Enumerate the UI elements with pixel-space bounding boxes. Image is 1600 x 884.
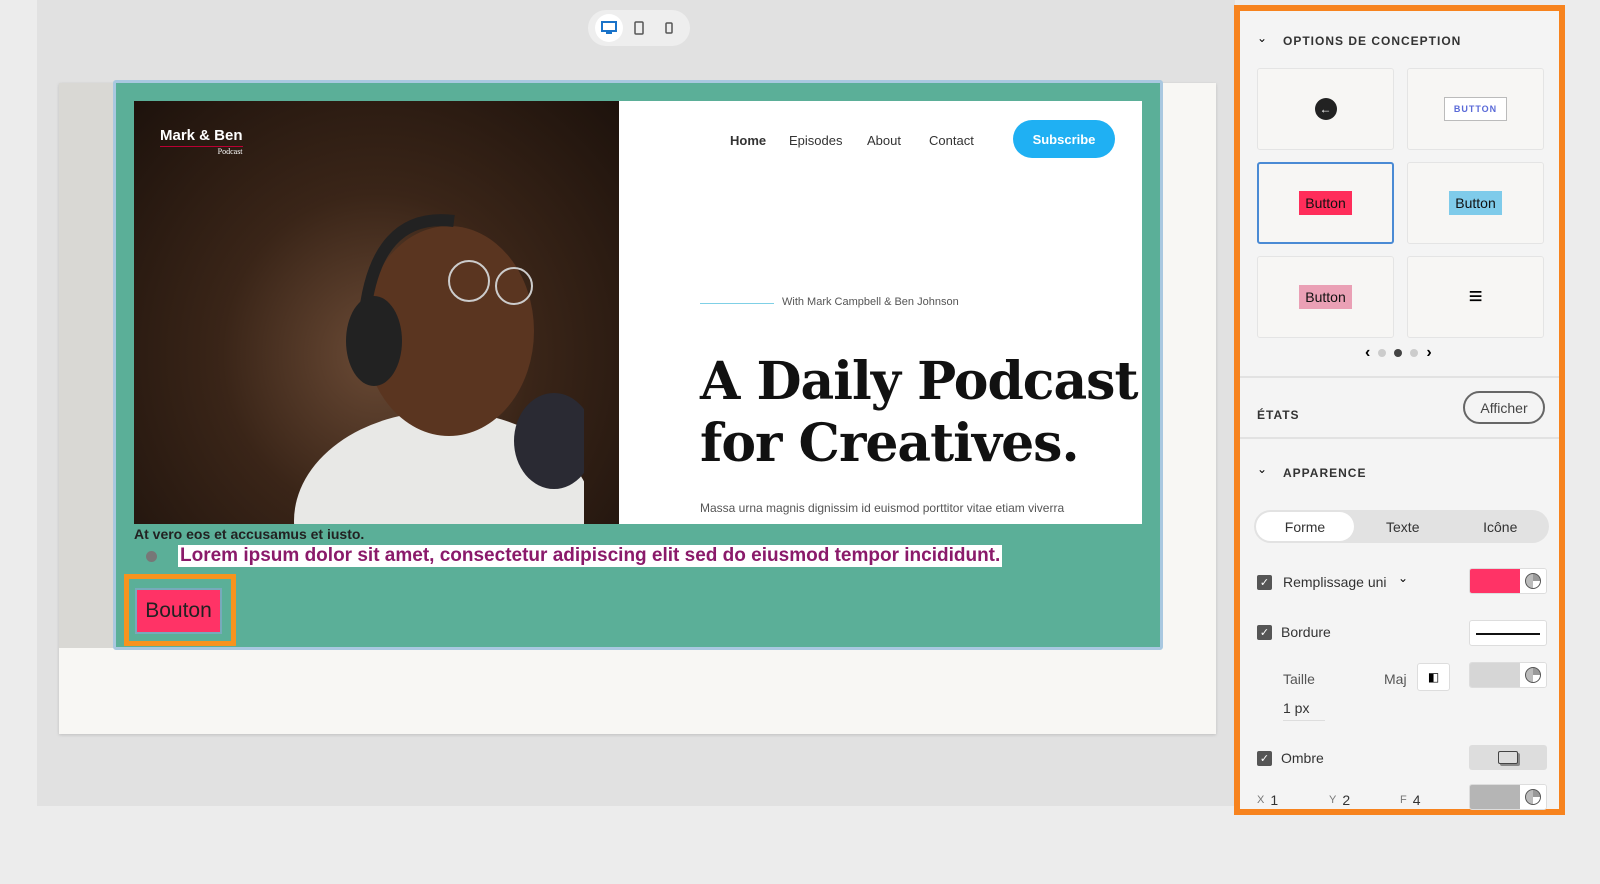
pager-dot[interactable] [1410,349,1419,357]
person-illustration [294,214,584,524]
chevron-right-icon[interactable]: › [1426,344,1431,362]
tab-texte[interactable]: Texte [1354,519,1452,535]
preset-pager: ‹ › [1365,344,1432,362]
hamburger-icon: ≡ [1468,283,1483,310]
fill-label: Remplissage uni [1283,574,1387,590]
shadow-y-field[interactable]: Y2 [1329,792,1350,808]
nav-about[interactable]: About [867,133,901,148]
list-item-text[interactable]: Lorem ipsum dolor sit amet, consectetur … [178,545,1003,567]
paragraph-text[interactable]: At vero eos et accusamus et iusto. [134,526,364,542]
divider [700,303,774,304]
preview-margin [59,83,115,648]
states-title: ÉTATS [1257,408,1300,422]
nav-contact[interactable]: Contact [929,133,974,148]
hosts-text: With Mark Campbell & Ben Johnson [782,296,959,308]
shadow-type-select[interactable] [1469,745,1547,770]
preset-red[interactable]: Button [1257,162,1394,244]
border-color-swatch[interactable] [1469,662,1547,688]
hero-image[interactable]: Mark & Ben Podcast Home Episodes About Co… [134,101,1142,524]
shadow-blur-field[interactable]: F4 [1400,792,1421,808]
chevron-left-icon[interactable]: ‹ [1365,344,1370,362]
subscribe-button[interactable]: Subscribe [1013,120,1115,158]
shadow-color-swatch[interactable] [1469,784,1547,810]
opacity-icon [1525,789,1541,805]
design-options-title: OPTIONS DE CONCEPTION [1283,34,1462,48]
preset-label: BUTTON [1443,97,1508,121]
appearance-title: APPARENCE [1283,466,1367,480]
opacity-icon [1525,573,1541,589]
preset-blue[interactable]: Button [1407,162,1544,244]
preset-outline[interactable]: BUTTON [1407,68,1544,150]
divider [1240,376,1559,378]
site-logo: Mark & Ben Podcast [160,127,243,156]
nav-episodes[interactable]: Episodes [789,133,842,148]
fill-checkbox[interactable]: ✓ [1257,575,1272,590]
size-input[interactable]: 1 px [1283,700,1325,721]
mobile-icon[interactable] [655,14,683,42]
arrow-left-icon: ← [1314,98,1337,120]
show-states-button[interactable]: Afficher [1463,391,1545,424]
hero-title: A Daily Podcast for Creatives. [700,351,1138,474]
shadow-icon [1498,751,1518,764]
preset-pink[interactable]: Button [1257,256,1394,338]
chevron-down-icon[interactable]: ⌄ [1257,462,1267,476]
maj-label: Maj [1384,671,1407,687]
appearance-tabs: Forme Texte Icône [1254,510,1549,543]
tab-forme[interactable]: Forme [1256,512,1354,541]
shadow-label: Ombre [1281,750,1324,766]
shadow-x-field[interactable]: X1 [1257,792,1278,808]
pager-dot[interactable] [1378,349,1387,357]
pager-dot-active[interactable] [1394,349,1403,357]
chevron-down-icon[interactable]: ⌄ [1398,571,1408,585]
border-checkbox[interactable]: ✓ [1257,625,1272,640]
bouton-button[interactable]: Bouton [135,588,222,634]
design-panel: ⌄ OPTIONS DE CONCEPTION ← BUTTON Button … [1234,5,1565,815]
preset-arrow[interactable]: ← [1257,68,1394,150]
preset-label: Button [1299,191,1352,215]
tablet-icon[interactable] [625,14,653,42]
shadow-checkbox[interactable]: ✓ [1257,751,1272,766]
hero-description: Massa urna magnis dignissim id euismod p… [700,501,1065,515]
preset-menu[interactable]: ≡ [1407,256,1544,338]
divider [1240,437,1559,439]
border-position-icon[interactable]: ◧ [1417,663,1450,691]
device-switcher [588,10,690,46]
border-style-select[interactable] [1469,620,1547,646]
chevron-down-icon[interactable]: ⌄ [1257,31,1267,45]
bullet-icon [146,551,157,562]
preset-label: Button [1449,191,1502,215]
fill-color-swatch[interactable] [1469,568,1547,594]
opacity-icon [1525,667,1541,683]
desktop-icon[interactable] [595,14,623,42]
podcaster-photo: Mark & Ben Podcast [134,101,619,524]
nav-home[interactable]: Home [730,133,766,148]
tab-icone[interactable]: Icône [1452,519,1550,535]
border-label: Bordure [1281,624,1331,640]
preset-label: Button [1299,285,1352,309]
size-label: Taille [1283,671,1315,687]
